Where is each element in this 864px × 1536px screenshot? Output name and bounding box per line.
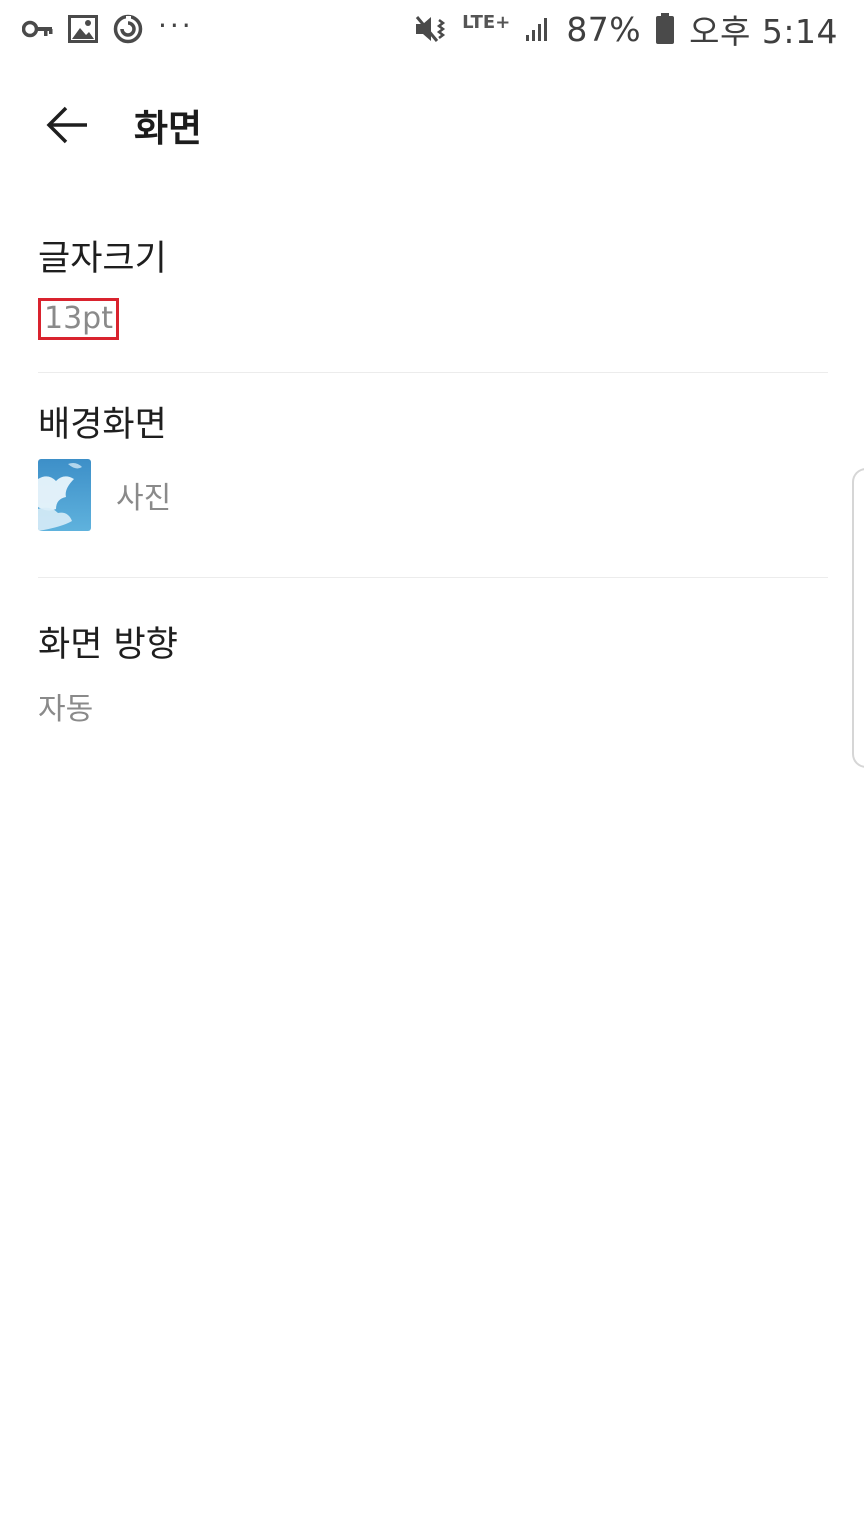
- key-icon: [22, 19, 54, 39]
- background-value: 사진: [116, 481, 172, 516]
- arrow-left-icon: [46, 106, 87, 144]
- font-size-setting[interactable]: 글자크기 13pt: [38, 205, 828, 372]
- status-left-icons: ···: [22, 9, 194, 46]
- font-size-title: 글자크기: [38, 239, 167, 279]
- signal-icon: [524, 15, 552, 43]
- page-title: 화면: [134, 107, 203, 150]
- orientation-setting[interactable]: 화면 방향 자동: [38, 578, 828, 738]
- background-thumbnail: [38, 459, 91, 531]
- back-button[interactable]: [27, 85, 107, 165]
- orientation-value: 자동: [38, 692, 94, 727]
- orientation-title: 화면 방향: [38, 625, 178, 665]
- battery-icon: [655, 13, 675, 45]
- display-settings-screen: ··· LTE+ 87% 오후 5:14 화면 글자크기 13pt 배경화면 사…: [0, 0, 864, 1536]
- status-right-icons: LTE+ 87% 오후 5:14: [414, 5, 838, 53]
- background-row: 사진: [38, 459, 828, 531]
- more-dots-icon: ···: [158, 8, 194, 42]
- font-size-value: 13pt: [38, 298, 119, 340]
- edge-panel-handle[interactable]: [852, 468, 864, 768]
- background-title: 배경화면: [38, 405, 167, 445]
- background-setting[interactable]: 배경화면 사진: [38, 373, 828, 577]
- settings-list: 글자크기 13pt 배경화면 사진 화면 방향 자동: [38, 205, 828, 738]
- sync-icon: [112, 13, 144, 45]
- network-type-label: LTE+: [462, 12, 511, 33]
- battery-percent: 87%: [566, 9, 642, 49]
- toolbar: 화면: [0, 80, 864, 170]
- status-time: 오후 5:14: [689, 12, 838, 51]
- image-icon: [68, 15, 98, 43]
- status-bar: ··· LTE+ 87% 오후 5:14: [0, 0, 864, 58]
- mute-vibrate-icon: [414, 14, 448, 44]
